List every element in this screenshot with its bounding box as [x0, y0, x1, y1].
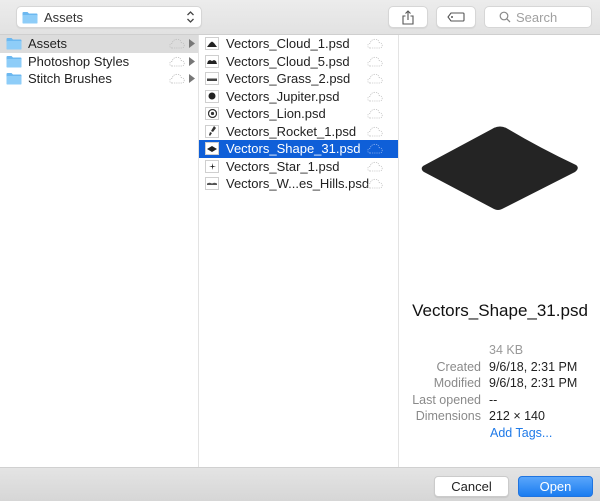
folder-item-photoshop-styles[interactable]: Photoshop Styles	[0, 53, 198, 71]
folder-label: Stitch Brushes	[28, 71, 112, 87]
preview-title: Vectors_Shape_31.psd	[412, 301, 588, 320]
file-label: Vectors_Cloud_5.psd	[226, 53, 350, 69]
toolbar: Assets	[0, 0, 600, 35]
disclosure-arrow-icon	[189, 74, 195, 83]
cloud-icon	[169, 56, 185, 66]
cloud-icon	[367, 126, 383, 136]
file-item[interactable]: Vectors_Cloud_5.psd	[199, 53, 398, 71]
created-value: 9/6/18, 2:31 PM	[489, 359, 578, 374]
cloud-icon	[169, 38, 185, 49]
file-item[interactable]: Vectors_Grass_2.psd	[199, 70, 398, 88]
file-item[interactable]: Vectors_Rocket_1.psd	[199, 123, 398, 141]
folder-icon	[6, 73, 22, 85]
folder-item-assets[interactable]: Assets	[0, 35, 198, 53]
file-item[interactable]: Vectors_Jupiter.psd	[199, 88, 398, 106]
search-input[interactable]	[516, 9, 586, 25]
folder-icon	[22, 11, 38, 23]
lion-thumbnail-icon	[205, 107, 219, 121]
cloud-icon	[367, 73, 383, 84]
cloud-icon	[367, 161, 383, 171]
grass-thumbnail-icon	[205, 72, 219, 86]
cloud-thumbnail-icon	[205, 54, 219, 68]
folder-label: Assets	[28, 36, 68, 52]
file-info: 34 KB Created 9/6/18, 2:31 PM Modified 9…	[400, 342, 600, 441]
search-field[interactable]	[484, 6, 592, 28]
created-label: Created	[436, 359, 481, 374]
disclosure-arrow-icon	[189, 56, 195, 66]
shape-thumbnail-icon	[205, 142, 219, 156]
modified-value: 9/6/18, 2:31 PM	[489, 376, 578, 391]
location-popup[interactable]: Assets	[16, 6, 202, 28]
dimensions-value: 212 × 140	[489, 409, 545, 424]
bottom-bar: Cancel Open	[0, 467, 600, 501]
dimensions-label: Dimensions	[415, 409, 481, 424]
file-label: Vectors_Grass_2.psd	[226, 71, 351, 87]
file-item[interactable]: Vectors_W...es_Hills.psd	[199, 175, 398, 193]
cloud-icon	[367, 91, 383, 101]
chevron-updown-icon	[187, 11, 194, 23]
open-button[interactable]: Open	[518, 476, 593, 497]
modified-label: Modified	[433, 376, 481, 391]
file-item[interactable]: Vectors_Star_1.psd	[199, 158, 398, 176]
file-label: Vectors_Star_1.psd	[226, 158, 340, 174]
folder-icon	[6, 38, 22, 50]
cloud-icon	[367, 56, 383, 66]
last-opened-value: --	[489, 392, 498, 407]
last-opened-label: Last opened	[412, 392, 481, 407]
tag-button[interactable]	[436, 6, 476, 28]
file-label: Vectors_Rocket_1.psd	[226, 123, 357, 139]
cloud-thumbnail-icon	[205, 37, 219, 51]
file-label: Vectors_W...es_Hills.psd	[226, 176, 370, 192]
preview-image	[421, 126, 578, 210]
file-label: Vectors_Lion.psd	[226, 106, 326, 122]
file-column: Vectors_Cloud_1.psd Vectors_Cloud_5.psd …	[199, 35, 399, 467]
file-size: 34 KB	[489, 343, 524, 358]
cancel-button[interactable]: Cancel	[434, 476, 509, 497]
file-item[interactable]: Vectors_Lion.psd	[199, 105, 398, 123]
location-label: Assets	[44, 9, 84, 25]
rocket-thumbnail-icon	[205, 124, 219, 138]
cloud-icon	[367, 178, 383, 189]
cloud-icon	[367, 38, 383, 49]
disclosure-arrow-icon	[189, 39, 195, 48]
folder-item-stitch-brushes[interactable]: Stitch Brushes	[0, 70, 198, 88]
cloud-icon	[367, 108, 383, 119]
hills-thumbnail-icon	[205, 177, 219, 191]
jupiter-thumbnail-icon	[205, 89, 219, 103]
share-button[interactable]	[388, 6, 428, 28]
cloud-icon	[169, 73, 185, 84]
preview-pane: Vectors_Shape_31.psd 34 KB Created 9/6/1…	[400, 35, 600, 467]
file-item[interactable]: Vectors_Cloud_1.psd	[199, 35, 398, 53]
file-label: Vectors_Shape_31.psd	[226, 141, 361, 157]
cloud-icon	[367, 143, 383, 154]
add-tags-link[interactable]: Add Tags...	[490, 426, 552, 440]
search-icon	[499, 11, 511, 23]
file-label: Vectors_Cloud_1.psd	[226, 36, 350, 52]
folder-column: Assets Photoshop Styles Stitch Brushes	[0, 35, 199, 467]
folder-label: Photoshop Styles	[28, 53, 130, 69]
folder-icon	[6, 55, 22, 68]
file-item-selected[interactable]: Vectors_Shape_31.psd	[199, 140, 398, 158]
tag-icon	[447, 12, 465, 22]
star-thumbnail-icon	[205, 159, 219, 173]
share-icon	[402, 9, 414, 25]
file-label: Vectors_Jupiter.psd	[226, 88, 340, 104]
